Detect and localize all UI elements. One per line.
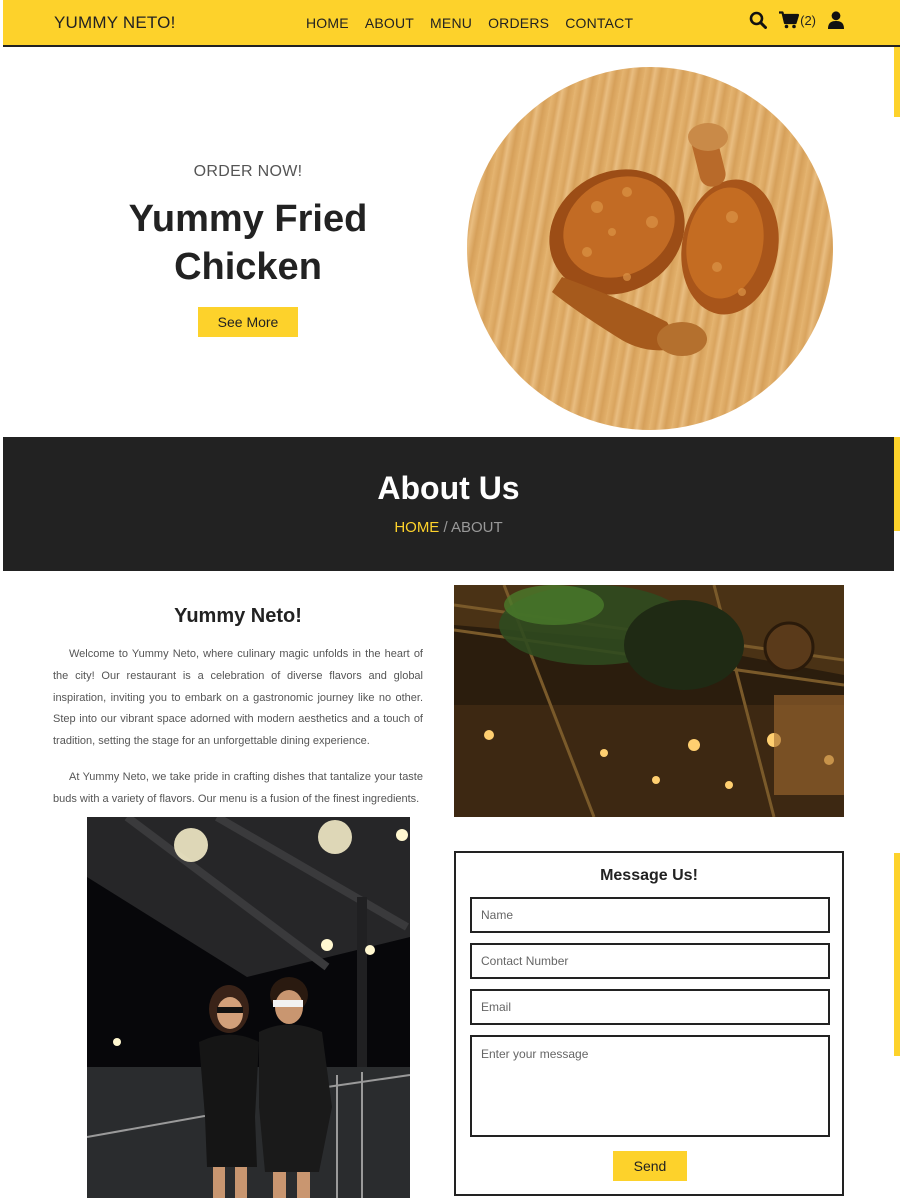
hero-title-line: Yummy Fried [128,198,368,240]
send-button[interactable]: Send [613,1151,687,1181]
form-title: Message Us! [600,867,698,884]
hero-kicker: ORDER NOW! [193,163,303,180]
contact-number-input[interactable] [470,943,830,979]
email-input[interactable] [470,989,830,1025]
breadcrumb-separator: / [439,519,451,536]
cart-icon [779,11,800,29]
couple-photo [87,817,410,1198]
breadcrumb-current: ABOUT [451,519,503,536]
message-form: Message Us! Send [454,851,844,1196]
nav-link-home[interactable]: HOME [306,15,349,31]
nav-menu: HOME ABOUT MENU ORDERS CONTACT [306,15,649,31]
nav-link-about[interactable]: ABOUT [365,15,414,31]
side-accent-bar [894,437,900,531]
nav-icons: (2) [749,11,844,29]
about-paragraph: Welcome to Yummy Neto, where culinary ma… [53,648,423,748]
fried-chicken-image [467,67,833,430]
nav-link-orders[interactable]: ORDERS [488,15,549,31]
name-input[interactable] [470,897,830,933]
breadcrumb-home[interactable]: HOME [394,519,439,536]
breadcrumb: HOME / ABOUT [3,519,894,536]
restaurant-interior-image [454,585,844,817]
nav-link-menu[interactable]: MENU [430,15,472,31]
cart-button[interactable]: (2) [779,11,816,29]
cart-count-badge: (2) [800,12,816,28]
hero-section: ORDER NOW! Yummy Fried Chicken See More [98,163,398,337]
side-accent-bar [894,47,900,117]
about-text-panel: Yummy Neto! Welcome to Yummy Neto, where… [53,605,423,817]
about-heading: Yummy Neto! [174,605,302,627]
about-paragraph: At Yummy Neto, we take pride in crafting… [53,770,423,805]
brand-logo[interactable]: YUMMY NETO! [54,13,176,33]
nav-link-contact[interactable]: CONTACT [565,15,633,31]
hero-title: Yummy Fried Chicken [98,195,398,291]
about-banner: About Us HOME / ABOUT [3,437,894,571]
top-navbar: YUMMY NETO! HOME ABOUT MENU ORDERS CONTA… [3,0,900,47]
message-textarea[interactable] [470,1035,830,1137]
search-icon[interactable] [749,11,768,29]
hero-title-line: Chicken [174,246,322,288]
see-more-button[interactable]: See More [198,307,298,337]
side-accent-bar [894,853,900,1056]
user-icon[interactable] [828,11,844,29]
about-title: About Us [377,470,520,506]
